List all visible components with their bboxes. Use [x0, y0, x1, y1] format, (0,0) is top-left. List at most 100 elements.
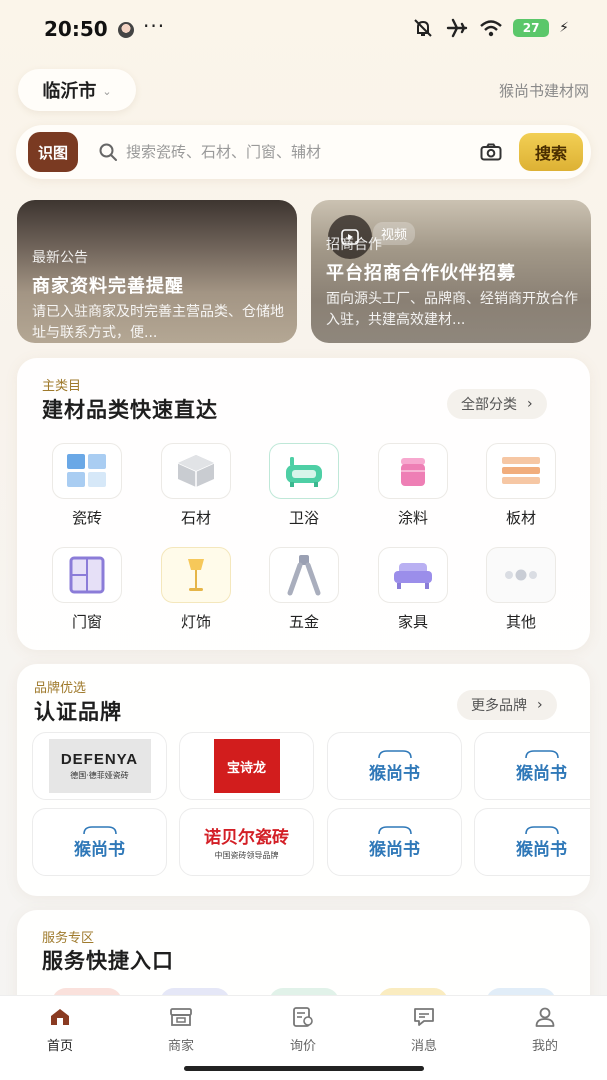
mute-icon	[411, 18, 435, 38]
category-label: 涂料	[397, 509, 428, 527]
profile-icon	[533, 1006, 557, 1028]
category-label: 瓷砖	[71, 509, 102, 527]
brand-logo-defenya[interactable]: DEFENYA 德国·德菲娅瓷砖	[32, 732, 167, 800]
nav-label: 消息	[410, 1039, 437, 1054]
section-title: 建材品类快速直达	[42, 398, 218, 422]
partnership-banner[interactable]: 视频 招商合作 平台招商合作伙伴招募 面向源头工厂、品牌商、经销商开放合作入驻，…	[311, 200, 591, 343]
category-label: 石材	[180, 509, 211, 527]
battery-icon: 27	[513, 19, 550, 37]
nav-inquiry[interactable]: 询价	[268, 1006, 338, 1056]
houshangshu-logo: 猴尚书	[369, 825, 420, 860]
banner-desc: 面向源头工厂、品牌商、经销商开放合作入驻，共建高效建材...	[326, 291, 578, 328]
brand-logo-houshangshu[interactable]: 猴尚书	[474, 808, 590, 876]
bathtub-icon	[269, 443, 339, 499]
home-indicator	[184, 1066, 424, 1071]
category-label: 其他	[505, 613, 536, 631]
status-icons: 27 ⚡	[411, 18, 569, 38]
houshangshu-logo: 猴尚书	[516, 825, 567, 860]
stone-icon	[161, 443, 231, 499]
brand-logo-baoshilong[interactable]: 宝诗龙	[179, 732, 314, 800]
section-kicker: 品牌优选	[34, 681, 87, 696]
search-icon	[98, 142, 118, 162]
banner-title: 平台招商合作伙伴招募	[326, 263, 516, 284]
crown-icon	[377, 749, 412, 758]
status-bar: 20:50 ··· 27 ⚡	[0, 0, 607, 60]
paint-bucket-icon	[378, 443, 448, 499]
status-time: 20:50	[44, 17, 108, 41]
tile-icon	[52, 443, 122, 499]
nav-home[interactable]: 首页	[25, 1006, 95, 1056]
category-tile[interactable]: 石材	[151, 443, 241, 533]
home-icon	[48, 1006, 72, 1028]
nav-store[interactable]: 商家	[146, 1006, 216, 1056]
brand-name: 猴尚书	[369, 763, 420, 784]
avatar	[118, 22, 134, 38]
image-search-button[interactable]: 识图	[28, 132, 78, 172]
city-selector[interactable]: 临沂市 ⌄	[18, 69, 136, 111]
section-kicker: 服务专区	[42, 931, 95, 946]
inquiry-icon	[291, 1006, 315, 1028]
more-notifications-icon: ···	[143, 14, 166, 38]
search-bar: 识图 搜索	[16, 125, 591, 179]
airplane-icon	[445, 18, 469, 38]
crown-icon	[377, 825, 412, 834]
all-categories-button[interactable]: 全部分类 ›	[447, 389, 547, 419]
nav-label: 商家	[167, 1039, 194, 1054]
category-label: 灯饰	[180, 613, 211, 631]
board-icon	[486, 443, 556, 499]
category-tile[interactable]: 其他	[476, 547, 566, 637]
camera-icon[interactable]	[476, 138, 506, 166]
brand-logo-houshangshu[interactable]: 猴尚书	[327, 732, 462, 800]
category-tile[interactable]: 涂料	[368, 443, 458, 533]
brand-name: 猴尚书	[74, 839, 125, 860]
crown-icon	[82, 825, 117, 834]
chevron-down-icon: ⌄	[102, 84, 112, 98]
search-input[interactable]	[126, 140, 466, 164]
window-icon	[52, 547, 122, 603]
houshangshu-logo: 猴尚书	[369, 749, 420, 784]
crown-icon	[524, 825, 559, 834]
announcement-banner[interactable]: 最新公告 商家资料完善提醒 请已入驻商家及时完善主营品类、仓储地址与联系方式，便…	[17, 200, 297, 343]
nav-messages[interactable]: 消息	[389, 1006, 459, 1056]
nav-profile[interactable]: 我的	[510, 1006, 580, 1056]
message-icon	[412, 1006, 436, 1028]
brand-name: 猴尚书	[516, 839, 567, 860]
houshangshu-logo: 猴尚书	[516, 749, 567, 784]
category-tile[interactable]: 板材	[476, 443, 566, 533]
category-tile[interactable]: 灯饰	[151, 547, 241, 637]
search-button[interactable]: 搜索	[519, 133, 583, 171]
category-tile[interactable]: 瓷砖	[42, 443, 132, 533]
city-name: 临沂市	[42, 81, 97, 102]
brand-logo-houshangshu[interactable]: 猴尚书	[474, 732, 590, 800]
brand-name: DEFENYA	[60, 751, 139, 768]
nav-label: 首页	[46, 1039, 73, 1054]
store-icon	[169, 1006, 193, 1028]
defenya-logo: DEFENYA 德国·德菲娅瓷砖	[48, 739, 151, 793]
banner-tag: 最新公告	[32, 250, 88, 266]
banner-tag: 招商合作	[326, 237, 382, 253]
more-brands-button[interactable]: 更多品牌 ›	[457, 690, 557, 720]
brand-name: 宝诗龙	[226, 760, 266, 776]
category-section: 主类目 建材品类快速直达 全部分类 › 瓷砖 石材 卫浴 涂料 板材 门窗 灯饰…	[17, 358, 590, 650]
charging-icon: ⚡	[559, 20, 569, 36]
category-tile[interactable]: 卫浴	[259, 443, 349, 533]
brand-name: 猴尚书	[369, 839, 420, 860]
sofa-icon	[378, 547, 448, 603]
brand-logo-nobel[interactable]: 诺贝尔瓷砖 中国瓷砖领导品牌	[179, 808, 314, 876]
category-label: 五金	[288, 613, 319, 631]
section-title: 认证品牌	[34, 700, 122, 724]
chevron-right-icon: ›	[537, 697, 543, 713]
wifi-icon	[479, 18, 503, 38]
brand-name: 诺贝尔瓷砖	[204, 828, 289, 848]
pliers-icon	[269, 547, 339, 603]
category-tile[interactable]: 家具	[368, 547, 458, 637]
category-tile[interactable]: 门窗	[42, 547, 132, 637]
lamp-icon	[161, 547, 231, 603]
brand-logo-houshangshu[interactable]: 猴尚书	[32, 808, 167, 876]
category-tile[interactable]: 五金	[259, 547, 349, 637]
banner-title: 商家资料完善提醒	[32, 276, 184, 297]
brand-logo-houshangshu[interactable]: 猴尚书	[327, 808, 462, 876]
crown-icon	[524, 749, 559, 758]
banner-desc: 请已入驻商家及时完善主营品类、仓储地址与联系方式，便...	[32, 304, 284, 341]
nobel-logo: 诺贝尔瓷砖 中国瓷砖领导品牌	[204, 823, 289, 861]
